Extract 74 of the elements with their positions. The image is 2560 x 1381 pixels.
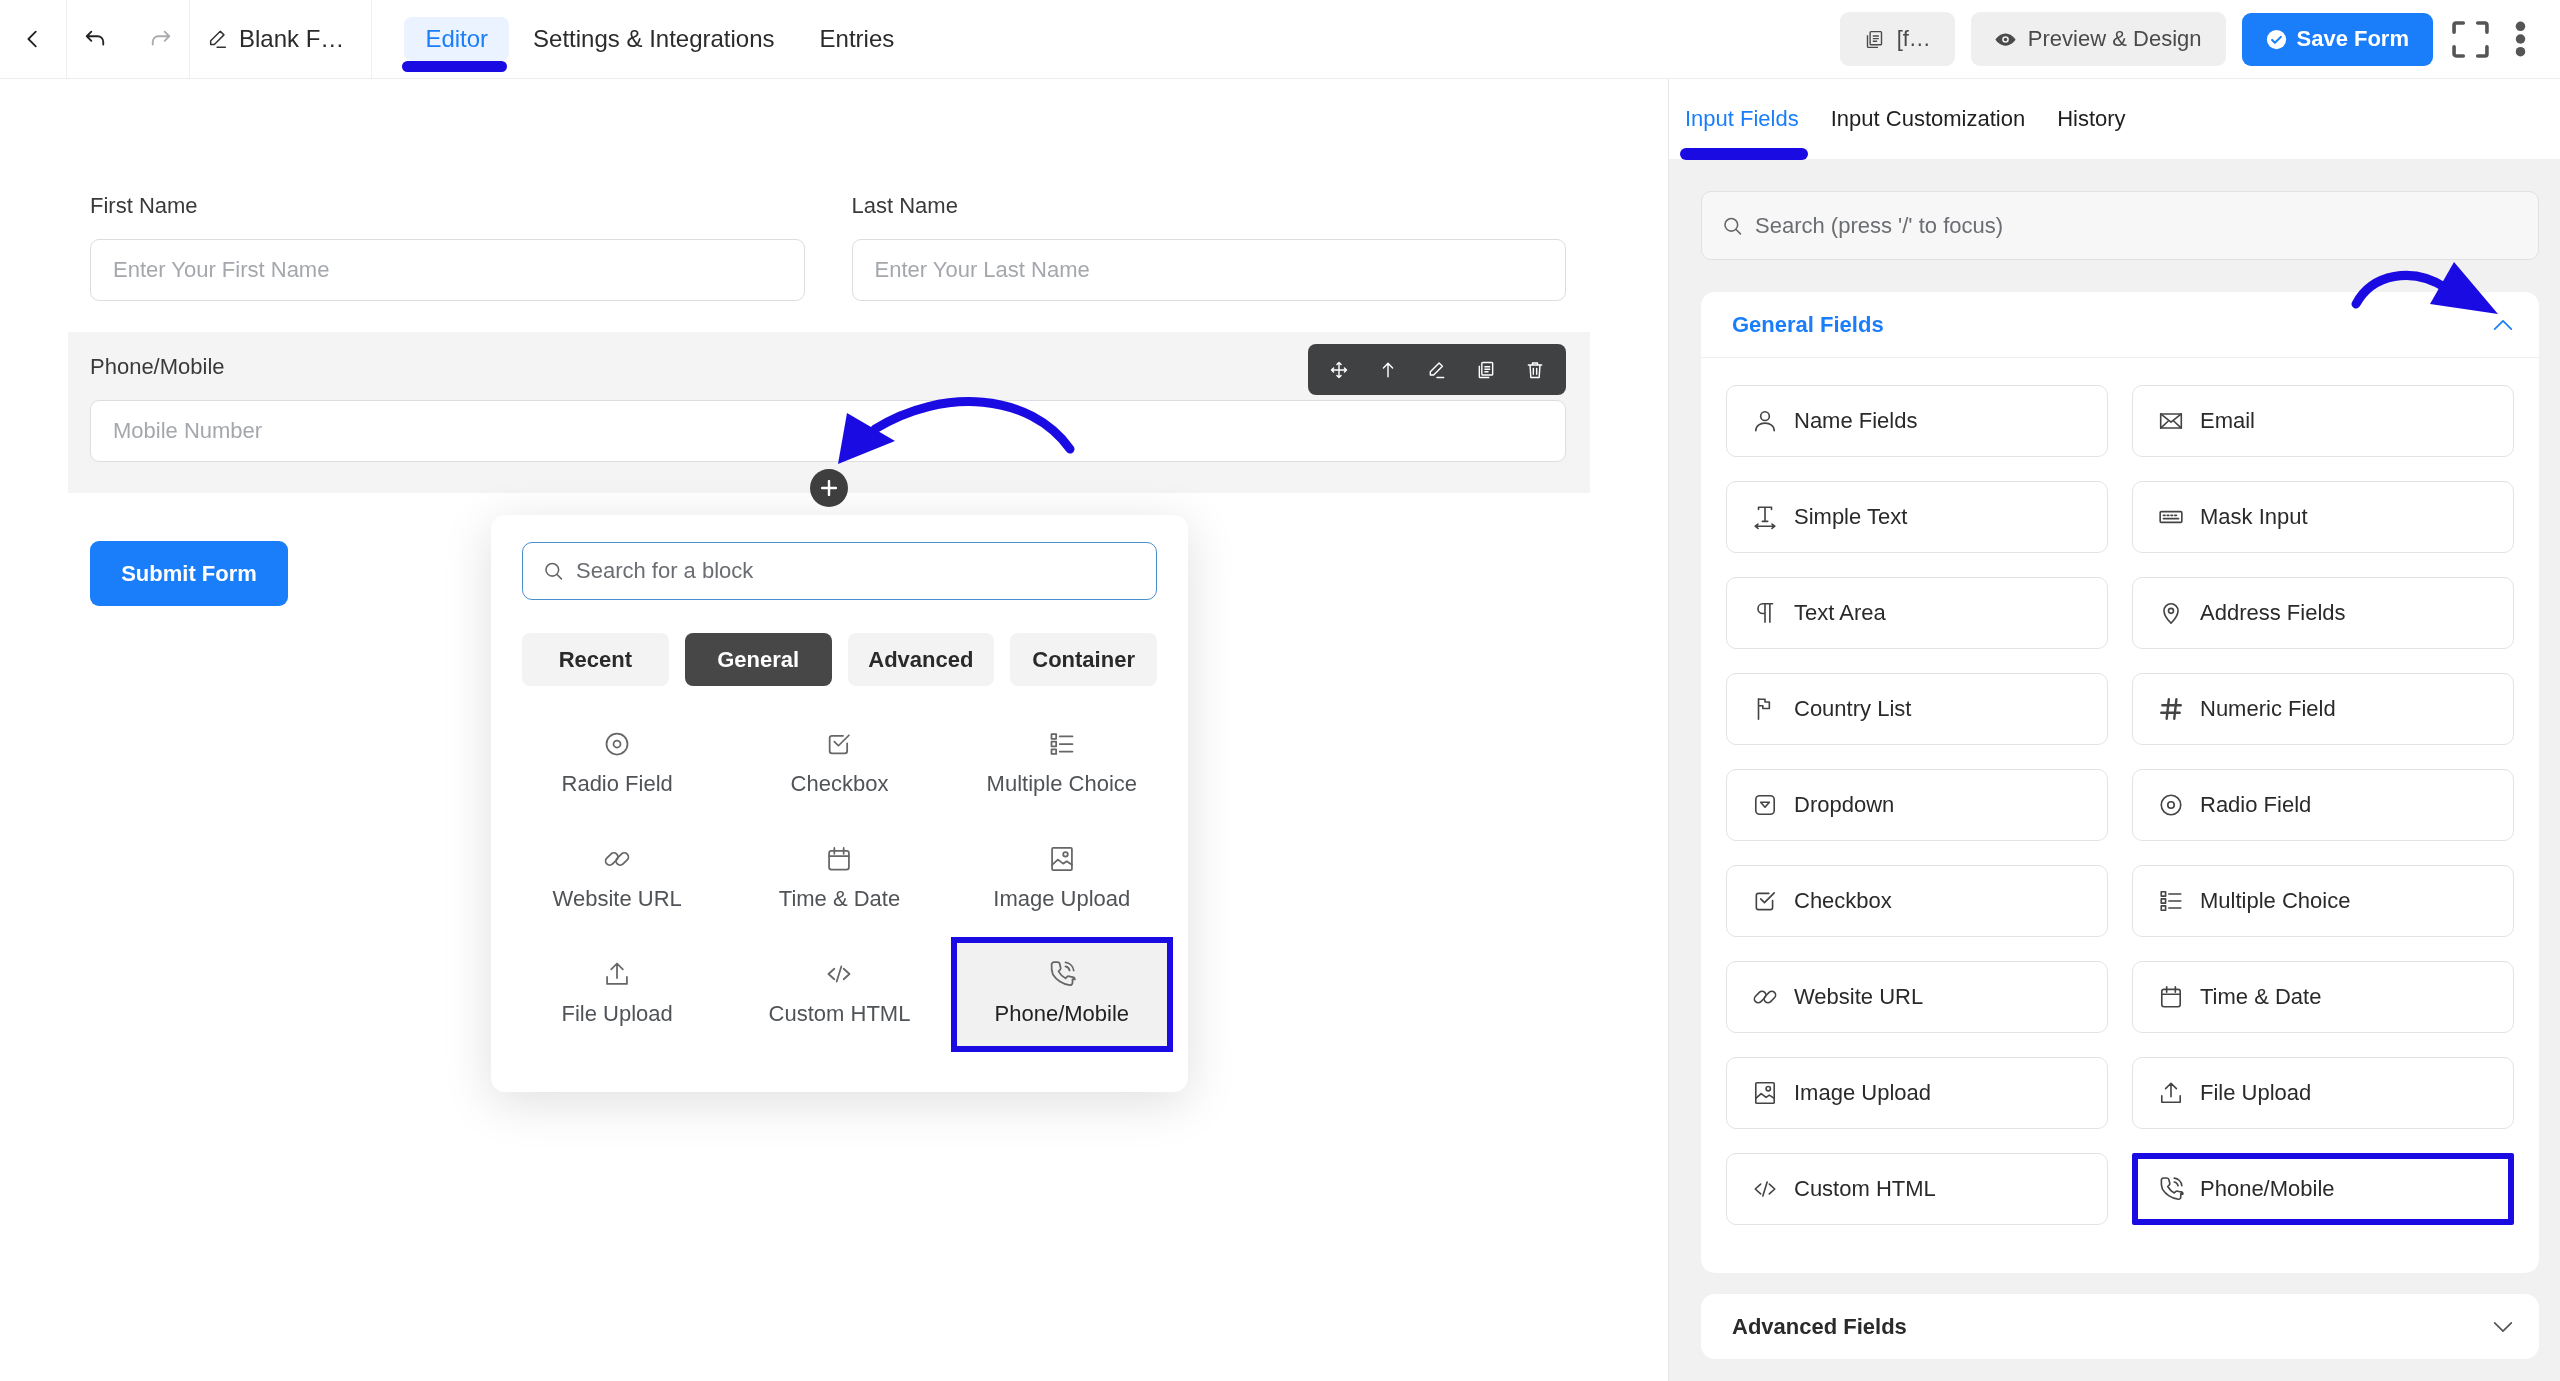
pencil-icon[interactable] xyxy=(207,28,229,50)
submit-button[interactable]: Submit Form xyxy=(90,541,288,606)
nav-tab[interactable]: Settings & Integrations xyxy=(512,17,796,61)
block-item[interactable]: Radio Field xyxy=(506,707,729,822)
nav-tab[interactable]: Entries xyxy=(798,17,916,61)
category-tab[interactable]: Advanced xyxy=(847,633,995,686)
radio-icon xyxy=(2158,792,2184,818)
field-item[interactable]: Radio Field xyxy=(2132,769,2514,841)
text-cursor-icon xyxy=(1752,504,1778,530)
block-search-field[interactable]: Search for a block xyxy=(522,542,1157,600)
field-item[interactable]: Email xyxy=(2132,385,2514,457)
field-item[interactable]: Name Fields xyxy=(1726,385,2108,457)
search-icon xyxy=(1723,216,1742,235)
panel-tab[interactable]: History xyxy=(2057,99,2126,139)
field-label: Phone/Mobile xyxy=(90,354,225,380)
field-item[interactable]: Website URL xyxy=(1726,961,2108,1033)
field-item[interactable]: Checkbox xyxy=(1726,865,2108,937)
field-item[interactable]: Image Upload xyxy=(1726,1057,2108,1129)
block-item[interactable]: Website URL xyxy=(506,822,729,937)
field-item[interactable]: Text Area xyxy=(1726,577,2108,649)
phone-icon xyxy=(2158,1176,2184,1202)
field-item[interactable]: Phone/Mobile xyxy=(2132,1153,2514,1225)
chevron-down-icon[interactable] xyxy=(2493,1320,2513,1333)
fullscreen-icon[interactable] xyxy=(2452,20,2489,58)
block-item[interactable]: Image Upload xyxy=(950,822,1173,937)
dropdown-icon xyxy=(1752,792,1778,818)
block-item[interactable]: Checkbox xyxy=(728,707,951,822)
field-item[interactable]: Dropdown xyxy=(1726,769,2108,841)
field-item[interactable]: Time & Date xyxy=(2132,961,2514,1033)
field-item[interactable]: Country List xyxy=(1726,673,2108,745)
chevron-up-icon[interactable] xyxy=(2493,318,2513,331)
block-item[interactable]: Custom HTML xyxy=(728,937,951,1052)
panel-tab[interactable]: Input Customization xyxy=(1830,99,2026,139)
category-tab[interactable]: General xyxy=(684,633,832,686)
block-item[interactable]: File Upload xyxy=(506,937,729,1052)
hash-icon xyxy=(2158,696,2184,722)
eye-icon xyxy=(1994,32,2016,46)
block-item[interactable]: Multiple Choice xyxy=(950,707,1173,822)
move-icon[interactable] xyxy=(1328,359,1349,380)
calendar-icon xyxy=(2158,984,2184,1010)
list-icon xyxy=(2158,888,2184,914)
add-block-button[interactable] xyxy=(810,469,848,507)
preview-button[interactable]: Preview & Design xyxy=(1970,12,2226,66)
category-tab[interactable]: Recent xyxy=(522,633,669,686)
shortcode-button[interactable]: [f… xyxy=(1839,12,1955,66)
save-button[interactable]: Save Form xyxy=(2241,12,2433,66)
field-item[interactable]: File Upload xyxy=(2132,1057,2514,1129)
section-title[interactable]: General Fields xyxy=(1732,311,1884,338)
field-item[interactable]: Simple Text xyxy=(1726,481,2108,553)
text-input[interactable]: Mobile Number xyxy=(90,400,1566,462)
text-input[interactable]: Enter Your First Name xyxy=(90,239,805,301)
block-item[interactable]: Time & Date xyxy=(728,822,951,937)
field-label: First Name xyxy=(90,193,198,219)
check-circle-icon xyxy=(2265,28,2287,50)
selected-field-row[interactable]: Phone/Mobile Mobile Number xyxy=(68,332,1590,493)
field-item[interactable]: Mask Input xyxy=(2132,481,2514,553)
field-label: Last Name xyxy=(851,193,958,219)
upload-icon xyxy=(2158,1080,2184,1106)
field-item[interactable]: Address Fields xyxy=(2132,577,2514,649)
plus-icon xyxy=(821,480,837,496)
text-input[interactable]: Enter Your Last Name xyxy=(851,239,1566,301)
category-tab[interactable]: Container xyxy=(1010,633,1157,686)
search-icon xyxy=(544,561,563,581)
block-item[interactable]: Phone/Mobile xyxy=(950,937,1173,1052)
person-icon xyxy=(1752,408,1778,434)
more-icon[interactable] xyxy=(2515,21,2526,57)
field-item[interactable]: Numeric Field xyxy=(2132,673,2514,745)
field-item[interactable]: Multiple Choice xyxy=(2132,865,2514,937)
image-icon xyxy=(1752,1080,1778,1106)
field-search-field[interactable]: Search (press '/' to focus) xyxy=(1701,191,2539,260)
field-item[interactable]: Custom HTML xyxy=(1726,1153,2108,1225)
section-title[interactable]: Advanced Fields xyxy=(1732,1313,1907,1340)
panel-tab[interactable]: Input Fields xyxy=(1685,99,1799,139)
form-title[interactable]: Blank F… xyxy=(239,25,345,53)
